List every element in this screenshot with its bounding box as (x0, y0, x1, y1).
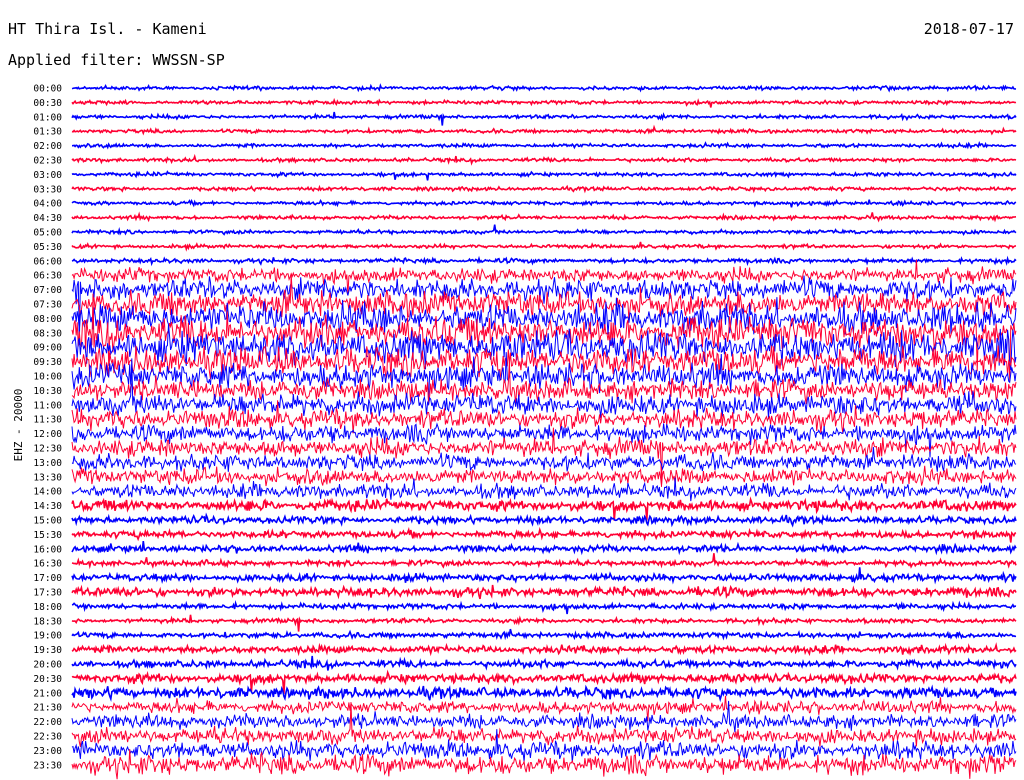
seismic-trace-row (71, 684, 1017, 703)
time-row-label: 16:30 (33, 559, 62, 570)
time-row-label: 06:30 (33, 271, 62, 282)
time-row-label: 12:30 (33, 444, 62, 455)
time-row-label: 13:30 (33, 472, 62, 483)
seismic-trace-row (71, 446, 1017, 472)
seismic-trace-row (71, 567, 1017, 585)
time-row-label: 00:30 (33, 98, 62, 109)
time-row-label: 13:00 (33, 458, 62, 469)
time-row-label: 18:00 (33, 602, 62, 613)
seismic-trace-row (71, 628, 1017, 642)
seismic-trace-row (71, 124, 1017, 136)
time-row-label: 22:00 (33, 717, 62, 728)
time-row-label: 08:00 (33, 314, 62, 325)
time-row-label: 07:30 (33, 300, 62, 311)
time-row-label: 21:30 (33, 703, 62, 714)
time-row-label: 04:30 (33, 213, 62, 224)
time-row-label: 14:30 (33, 501, 62, 512)
seismic-trace-row (71, 400, 1017, 434)
seismic-trace-row (71, 512, 1017, 528)
time-row-label: 11:00 (33, 400, 62, 411)
time-row-label: 01:00 (33, 112, 62, 123)
time-row-label: 05:30 (33, 242, 62, 253)
time-row-label: 10:30 (33, 386, 62, 397)
seismic-trace-row (71, 170, 1017, 181)
seismic-trace-row (71, 83, 1017, 93)
time-row-label: 20:30 (33, 674, 62, 685)
seismic-trace-row (71, 153, 1017, 166)
time-row-label: 06:00 (33, 256, 62, 267)
seismic-trace-row (71, 695, 1017, 722)
seismic-trace-row (71, 111, 1017, 126)
seismic-trace-row (71, 241, 1017, 252)
seismic-trace-row (71, 184, 1017, 194)
seismic-trace-row (71, 614, 1017, 632)
time-row-label: 15:00 (33, 516, 62, 527)
time-row-label: 03:30 (33, 184, 62, 195)
time-row-label: 15:30 (33, 530, 62, 541)
time-row-label: 09:00 (33, 343, 62, 354)
time-row-label: 09:30 (33, 357, 62, 368)
time-row-label: 04:00 (33, 199, 62, 210)
time-row-label: 17:00 (33, 573, 62, 584)
seismic-trace-row (72, 141, 1017, 150)
time-row-label: 08:30 (33, 328, 62, 339)
row-label-group: 00:00 00:30 01:00 01:30 02:00 02:30 03:00 03:30… (33, 84, 62, 772)
time-row-label: 10:00 (33, 372, 62, 383)
seismic-trace-row (71, 526, 1017, 543)
time-row-label: 18:30 (33, 616, 62, 627)
seismic-trace-row (71, 655, 1017, 671)
time-row-label: 19:30 (33, 645, 62, 656)
helicorder-plot: 00:00 00:30 01:00 01:30 02:00 02:30 03:00 03:30… (33, 83, 1017, 780)
time-row-label: 22:30 (33, 732, 62, 743)
seismic-trace-row (71, 422, 1017, 458)
seismic-trace-row (71, 540, 1017, 556)
trace-group (71, 83, 1017, 780)
time-row-label: 14:00 (33, 487, 62, 498)
time-row-label: 20:00 (33, 660, 62, 671)
time-row-label: 23:30 (33, 760, 62, 771)
seismic-trace-row (71, 584, 1017, 600)
seismic-trace-row (71, 97, 1017, 108)
time-row-label: 16:00 (33, 544, 62, 555)
seismic-trace-row (71, 224, 1017, 236)
time-row-label: 19:00 (33, 631, 62, 642)
seismic-trace-row (71, 642, 1017, 657)
time-row-label: 07:00 (33, 285, 62, 296)
time-row-label: 03:00 (33, 170, 62, 181)
time-row-label: 23:00 (33, 746, 62, 757)
seismic-trace-row (71, 198, 1017, 208)
time-row-label: 21:00 (33, 688, 62, 699)
seismic-trace-row (71, 255, 1017, 267)
time-row-label: 02:00 (33, 141, 62, 152)
time-row-label: 11:30 (33, 415, 62, 426)
time-row-label: 01:30 (33, 127, 62, 138)
time-row-label: 17:30 (33, 588, 62, 599)
seismic-trace-row (71, 211, 1017, 223)
time-row-label: 02:30 (33, 156, 62, 167)
time-row-label: 12:00 (33, 429, 62, 440)
time-row-label: 00:00 (33, 84, 62, 95)
seismic-trace-row (71, 600, 1017, 615)
time-row-label: 05:00 (33, 228, 62, 239)
seismic-trace-row (71, 553, 1017, 570)
